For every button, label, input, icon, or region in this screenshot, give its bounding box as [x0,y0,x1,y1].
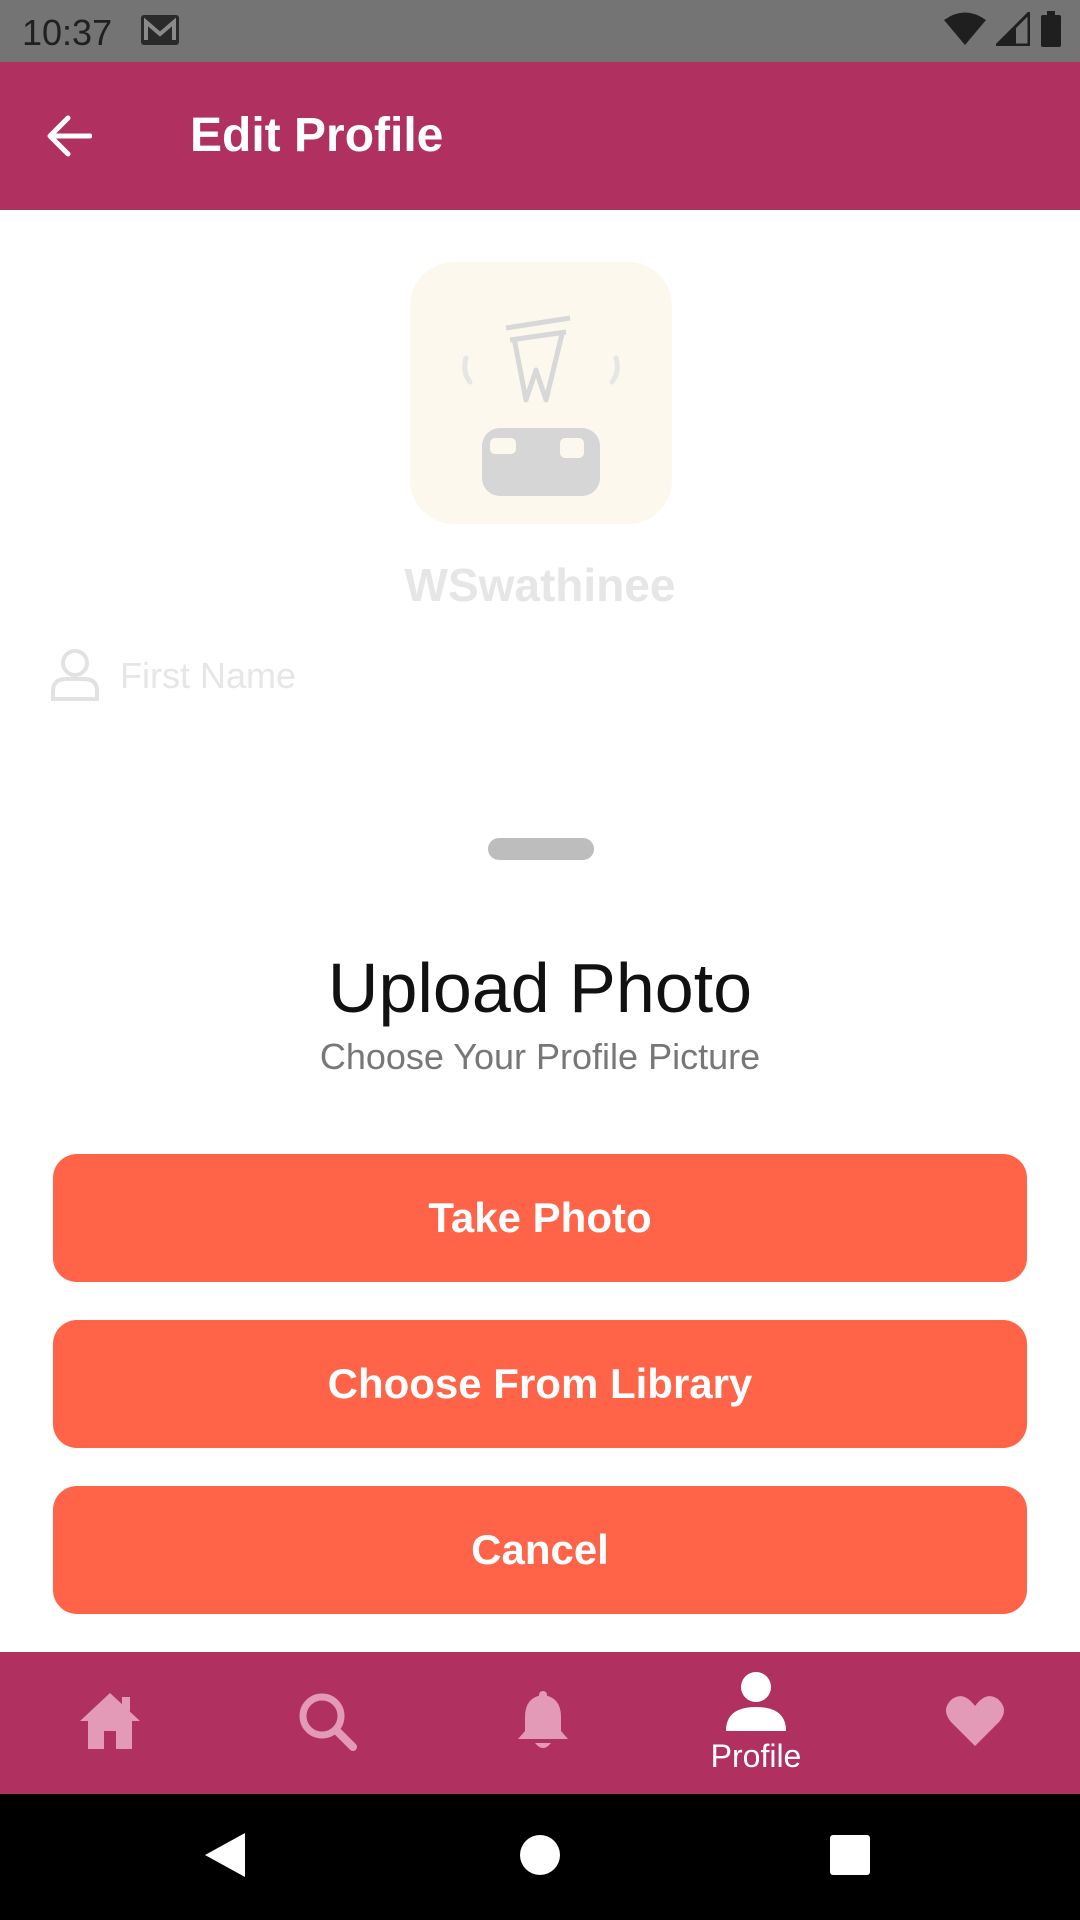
first-name-row [50,640,1030,712]
status-icons [944,8,1062,52]
square-recents-icon [829,1834,871,1881]
person-icon [725,1671,787,1736]
heart-icon [945,1694,1005,1753]
status-time: 10:37 [22,12,113,53]
nav-home[interactable] [2,1652,218,1794]
choose-from-library-button[interactable]: Choose From Library [53,1320,1027,1448]
arrow-left-icon [44,114,93,163]
battery-icon [1040,10,1062,52]
bell-icon [515,1690,571,1756]
username: WSwathinee [404,559,676,611]
avatar-illustration [462,315,620,496]
nav-profile-label: Profile [710,1738,802,1774]
system-home-button[interactable] [505,1824,575,1890]
sheet-subtitle: Choose Your Profile Picture [319,1036,761,1077]
signal-icon [993,8,1031,51]
back-button[interactable] [36,106,100,170]
nav-favorites[interactable] [867,1652,1080,1794]
mail-icon [140,14,180,46]
triangle-back-icon [203,1831,247,1884]
screen: 10:37 Edit Profile WSwathinee First Name… [0,0,1080,1920]
avatar[interactable] [410,262,672,524]
status-bar: 10:37 [0,0,1080,62]
search-icon [297,1691,357,1756]
upload-photo-sheet: Upload Photo Choose Your Profile Picture… [0,800,1080,1650]
drag-handle[interactable] [488,838,594,860]
nav-notifications[interactable] [435,1652,651,1794]
sheet-title: Upload Photo [327,949,753,1027]
system-recents-button[interactable] [815,1824,885,1890]
take-photo-button[interactable]: Take Photo [53,1154,1027,1282]
user-outline-icon [50,647,100,706]
home-icon [78,1691,142,1756]
nav-profile[interactable]: Profile [648,1652,864,1794]
page-title: Edit Profile [190,109,444,162]
wifi-icon [944,12,986,51]
first-name-input[interactable] [120,655,820,697]
system-back-button[interactable] [190,1824,260,1890]
system-nav-bar [0,1794,1080,1920]
app-bar: Edit Profile [0,62,1080,210]
nav-search[interactable] [219,1652,435,1794]
circle-home-icon [519,1834,561,1881]
cancel-button[interactable]: Cancel [53,1486,1027,1614]
bottom-nav: Profile [0,1652,1080,1794]
